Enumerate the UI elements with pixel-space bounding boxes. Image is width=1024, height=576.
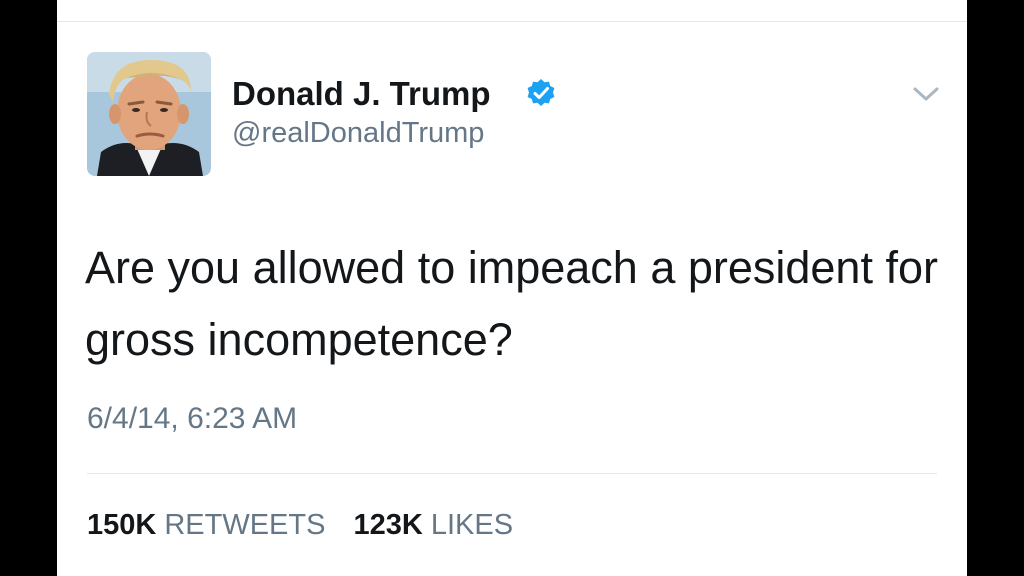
chevron-down-icon[interactable] [913,86,939,102]
top-divider [57,21,967,22]
likes-stat[interactable]: 123K LIKES [354,509,534,541]
retweets-stat[interactable]: 150K RETWEETS [87,509,354,541]
tweet-timestamp[interactable]: 6/4/14, 6:23 AM [87,402,297,436]
display-name[interactable]: Donald J. Trump [232,75,491,113]
likes-count: 123K [353,509,423,541]
tweet-stats: 150K RETWEETS 123K LIKES [87,509,533,542]
tweet-text: Are you allowed to impeach a president f… [85,242,938,365]
stats-divider [87,473,937,474]
avatar-photo [87,52,211,176]
retweets-count: 150K [87,509,157,541]
verified-badge-icon [527,79,555,106]
user-handle[interactable]: @realDonaldTrump [232,117,484,150]
likes-label: LIKES [430,509,514,541]
retweets-label: RETWEETS [164,509,326,541]
tweet-card: Donald J. Trump @realDonaldTrump Are you… [57,0,967,576]
avatar[interactable] [87,52,211,176]
